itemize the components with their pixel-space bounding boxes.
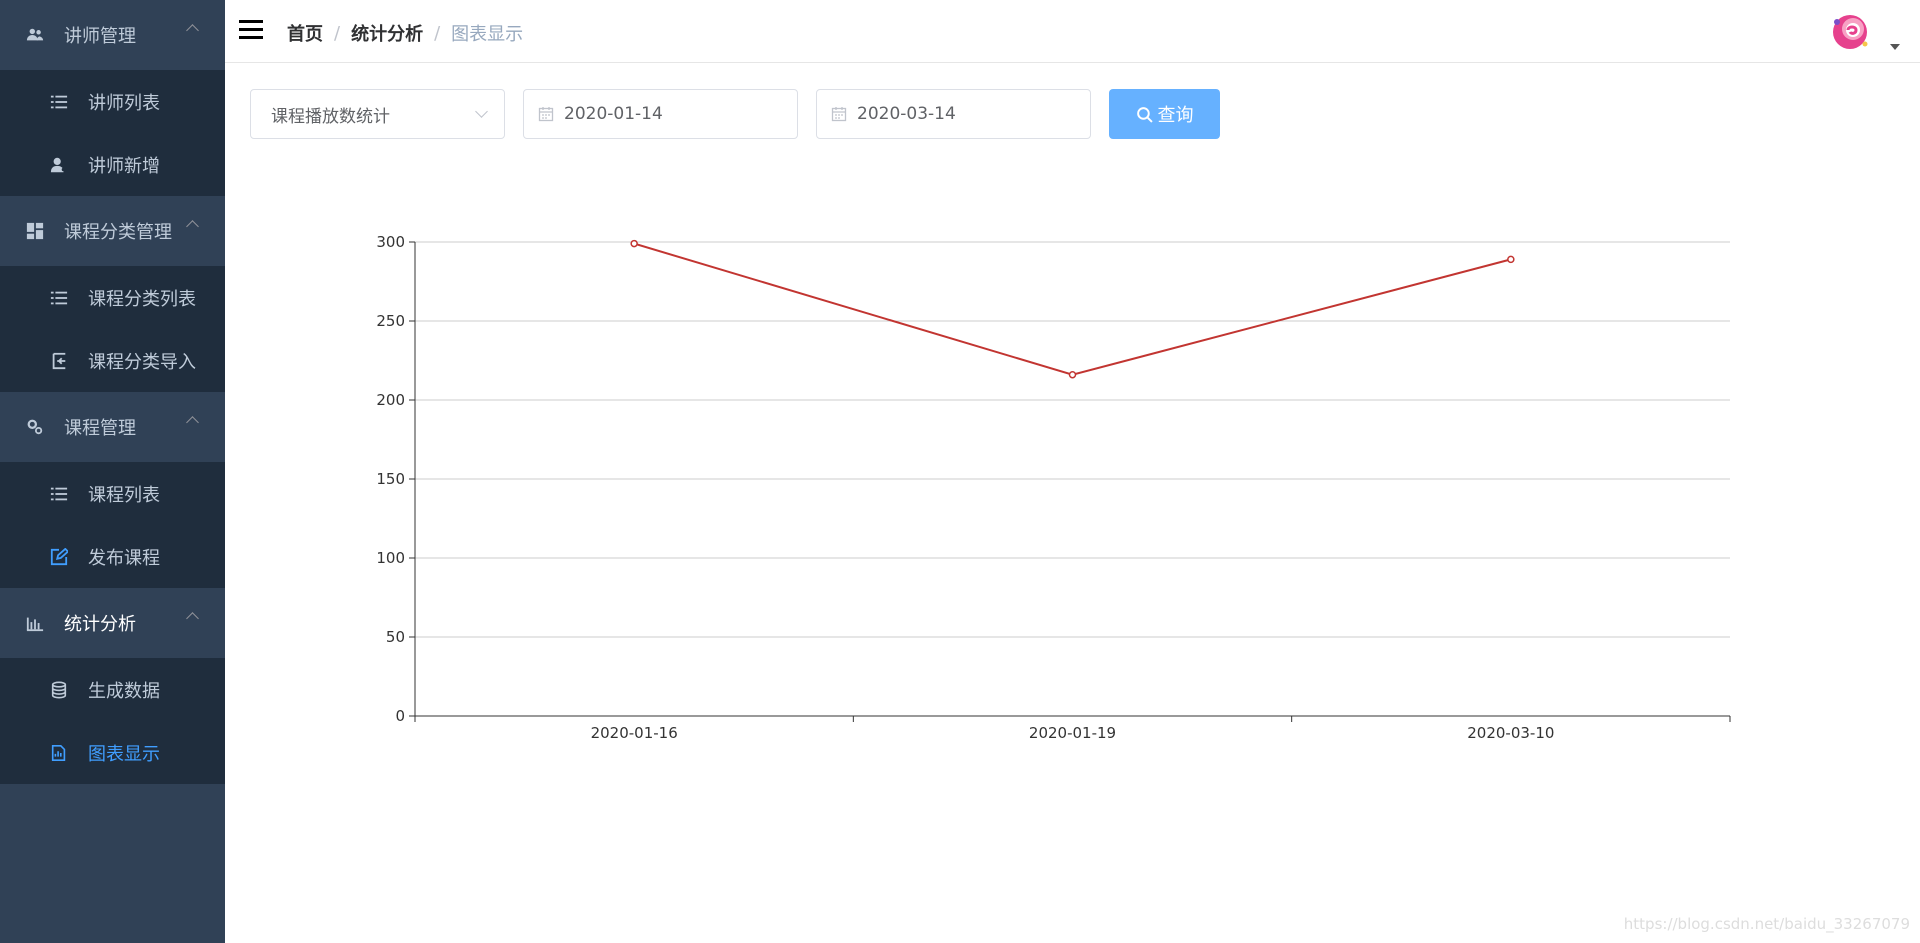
breadcrumb: 首页 / 统计分析 / 图表显示 (287, 20, 523, 46)
breadcrumb-separator: / (334, 22, 341, 44)
menu-group-statistics[interactable]: 统计分析 (0, 588, 225, 658)
y-tick-label: 200 (376, 391, 405, 409)
stat-type-select[interactable]: 课程播放数统计 (250, 89, 505, 139)
bar-chart-icon (24, 612, 46, 634)
x-tick-label: 2020-03-10 (1467, 724, 1554, 742)
chevron-up-icon (186, 220, 199, 233)
grid-icon (24, 220, 46, 242)
y-tick-label: 50 (386, 628, 405, 646)
x-axis: 2020-01-16 2020-01-19 2020-03-10 (414, 715, 1731, 742)
y-tick-label: 300 (376, 233, 405, 251)
chevron-up-icon (186, 612, 199, 625)
series-line (633, 242, 1512, 376)
end-date-value: 2020-03-14 (857, 104, 956, 124)
sidebar: 讲师管理 讲师列表 讲师新增 课程分类管理 课程分类列表 课程分类导入 课程管理… (0, 0, 225, 943)
y-axis: 0 50 100 150 200 250 300 (376, 233, 416, 725)
menu-item-subject-import[interactable]: 课程分类导入 (0, 329, 225, 392)
list-icon (48, 483, 70, 505)
end-date-input[interactable]: 2020-03-14 (816, 89, 1091, 139)
x-tick-label: 2020-01-19 (1029, 724, 1116, 742)
menu-item-subject-list[interactable]: 课程分类列表 (0, 266, 225, 329)
x-tick-label: 2020-01-16 (591, 724, 678, 742)
list-icon (48, 287, 70, 309)
menu-group-course[interactable]: 课程管理 (0, 392, 225, 462)
chevron-up-icon (186, 24, 199, 37)
query-form: 课程播放数统计 2020-01-14 2020-03-14 查询 (250, 89, 1220, 139)
menu-item-chart-display[interactable]: 图表显示 (0, 721, 225, 784)
line-chart: 050100150200250300 2020-01-16 2020-01-19 2… (376, 233, 1731, 742)
query-button-label: 查询 (1157, 105, 1194, 126)
menu-group-label: 课程分类管理 (64, 222, 172, 243)
menu-item-label: 生成数据 (88, 680, 160, 702)
menu-group-label: 课程管理 (64, 418, 136, 439)
breadcrumb-separator: / (434, 22, 441, 44)
chevron-up-icon (186, 416, 199, 429)
calendar-icon (831, 107, 847, 122)
breadcrumb-current: 图表显示 (451, 24, 524, 45)
query-button[interactable]: 查询 (1109, 89, 1220, 139)
chart-grid (415, 241, 1730, 638)
data-point (630, 239, 638, 248)
data-point (1507, 255, 1515, 264)
menu-group-label: 统计分析 (64, 614, 136, 635)
stat-type-value: 课程播放数统计 (271, 106, 390, 127)
watermark: https://blog.csdn.net/baidu_33267079 (1623, 915, 1910, 933)
y-tick-label: 0 (395, 707, 405, 725)
user-add-icon (48, 154, 70, 176)
users-icon (24, 24, 46, 46)
menu-item-generate-data[interactable]: 生成数据 (0, 658, 225, 721)
menu-item-course-list[interactable]: 课程列表 (0, 462, 225, 525)
chevron-down-icon (475, 105, 488, 118)
database-icon (48, 679, 70, 701)
avatar[interactable] (1828, 10, 1872, 54)
menu-group-subject[interactable]: 课程分类管理 (0, 196, 225, 266)
menu-item-teacher-add[interactable]: 讲师新增 (0, 133, 225, 196)
breadcrumb-statistics[interactable]: 统计分析 (351, 20, 423, 46)
import-icon (48, 350, 70, 372)
menu-item-label: 发布课程 (88, 547, 160, 569)
begin-date-value: 2020-01-14 (564, 104, 663, 124)
menu-item-label: 课程分类导入 (88, 351, 196, 373)
y-tick-label: 150 (376, 470, 405, 488)
data-point (1068, 370, 1077, 379)
menu-item-course-publish[interactable]: 发布课程 (0, 525, 225, 588)
calendar-icon (538, 107, 554, 122)
y-tick-label: 250 (376, 312, 405, 330)
edit-icon (48, 546, 70, 568)
begin-date-input[interactable]: 2020-01-14 (523, 89, 798, 139)
navbar: 首页 / 统计分析 / 图表显示 (225, 0, 1920, 63)
list-icon (48, 91, 70, 113)
chart-series (630, 239, 1515, 379)
y-tick-label: 100 (376, 549, 405, 567)
menu-item-label: 图表显示 (88, 743, 160, 765)
hamburger-icon[interactable] (239, 20, 263, 42)
menu-group-teacher[interactable]: 讲师管理 (0, 0, 225, 70)
gears-icon (24, 416, 46, 438)
menu-item-teacher-list[interactable]: 讲师列表 (0, 70, 225, 133)
search-icon (1136, 106, 1153, 123)
caret-down-icon[interactable] (1890, 44, 1900, 50)
menu-item-label: 课程列表 (88, 484, 160, 506)
breadcrumb-home[interactable]: 首页 (287, 20, 323, 46)
chart-doc-icon (48, 742, 70, 764)
menu-item-label: 课程分类列表 (88, 288, 196, 310)
menu-item-label: 讲师新增 (88, 155, 160, 177)
menu-item-label: 讲师列表 (88, 92, 160, 114)
menu-group-label: 讲师管理 (64, 26, 136, 47)
